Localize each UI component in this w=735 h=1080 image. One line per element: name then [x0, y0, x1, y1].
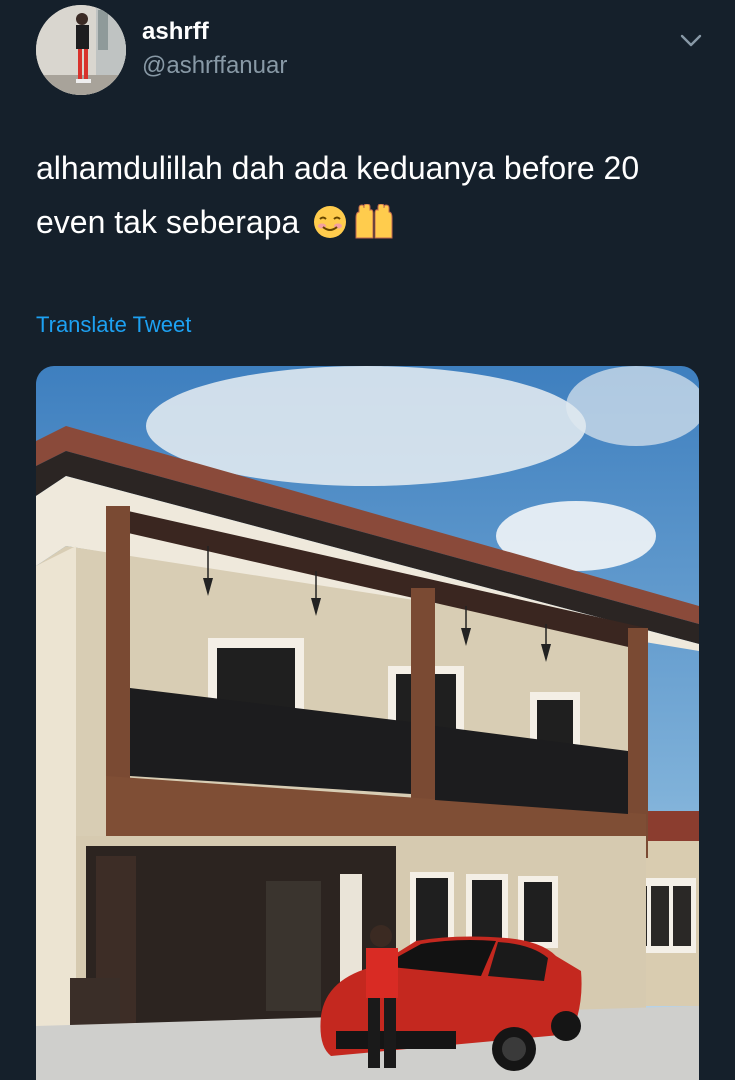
raised-hands-icon: [352, 202, 396, 256]
translate-tweet-link[interactable]: Translate Tweet: [36, 312, 191, 338]
tweet-text: alhamdulillah dah ada keduanya before 20…: [36, 141, 706, 256]
profile-photo: [36, 5, 126, 95]
chevron-down-icon[interactable]: [678, 27, 704, 53]
display-name[interactable]: ashrff: [142, 18, 209, 46]
user-handle[interactable]: @ashrffanuar: [142, 52, 287, 80]
tweet-photo[interactable]: [36, 366, 699, 1080]
house-photo: [36, 366, 699, 1080]
smiling-face-icon: [312, 202, 348, 256]
avatar[interactable]: [36, 5, 126, 95]
